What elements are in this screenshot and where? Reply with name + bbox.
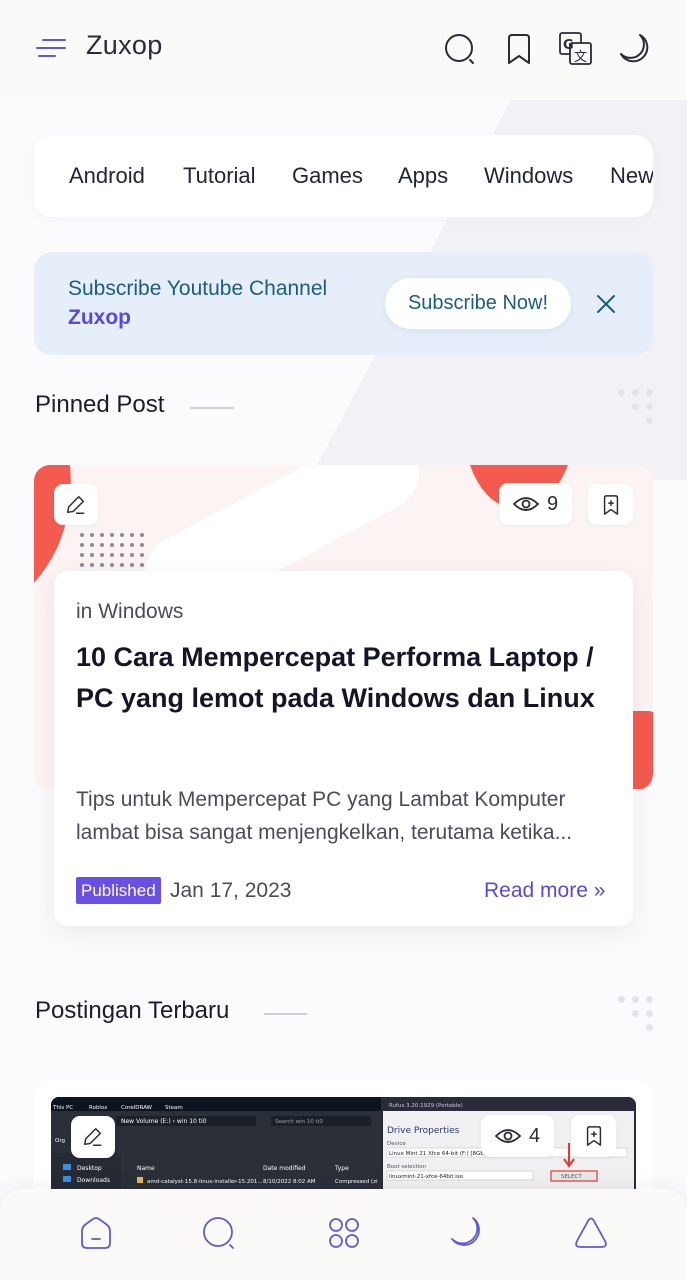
moon-icon[interactable] bbox=[618, 32, 652, 66]
screenshot-button: SELECT bbox=[561, 1174, 582, 1180]
screenshot-desktop-icon: CorelDRAW bbox=[121, 1105, 153, 1111]
screenshot-sidebar-item: Desktop bbox=[77, 1165, 102, 1172]
screenshot-file: amd-catalyst-15.8-linux-installer-15.201… bbox=[147, 1179, 263, 1185]
subscribe-text: Subscribe Youtube Channel bbox=[68, 277, 328, 300]
category-apps[interactable]: Apps bbox=[398, 163, 448, 189]
category-tutorial[interactable]: Tutorial bbox=[183, 163, 256, 189]
screenshot-search: Search win 10 ti0 bbox=[275, 1119, 323, 1125]
screenshot-value: Linux Mint 21 Xfce 64-bit (F:) [8GB] bbox=[389, 1151, 486, 1157]
eye-icon bbox=[494, 1129, 521, 1143]
close-icon[interactable] bbox=[594, 292, 618, 316]
section-divider bbox=[190, 407, 234, 409]
menu-icon[interactable] bbox=[36, 36, 68, 62]
view-count-badge: 4 bbox=[481, 1115, 554, 1157]
screenshot-sidebar-item: Downloads bbox=[77, 1177, 110, 1184]
category-new[interactable]: New bbox=[610, 163, 653, 189]
search-icon[interactable] bbox=[201, 1215, 237, 1251]
view-count-badge: 9 bbox=[499, 483, 572, 525]
moon-icon[interactable] bbox=[449, 1215, 485, 1251]
screenshot-file-type: Compressed (zi bbox=[335, 1179, 378, 1185]
screenshot-value: linuxmint-21-xfce-64bit.iso bbox=[389, 1174, 464, 1180]
edit-icon[interactable] bbox=[54, 484, 98, 525]
view-count: 9 bbox=[546, 492, 559, 515]
post-title[interactable]: 10 Cara Mempercepat Performa Laptop / PC… bbox=[76, 637, 616, 719]
screenshot-heading: Drive Properties bbox=[387, 1126, 460, 1136]
section-title-pinned: Pinned Post bbox=[35, 391, 165, 418]
app-header: Zuxop G 文 bbox=[0, 0, 687, 100]
bookmark-add-icon[interactable] bbox=[588, 484, 633, 525]
svg-text:G: G bbox=[563, 38, 574, 53]
screenshot-text: Org bbox=[55, 1138, 65, 1144]
screenshot-col: Type bbox=[334, 1165, 349, 1172]
category-android[interactable]: Android bbox=[69, 163, 145, 189]
edit-icon[interactable] bbox=[71, 1116, 115, 1158]
subscribe-button[interactable]: Subscribe Now! bbox=[385, 278, 571, 329]
home-icon[interactable] bbox=[78, 1215, 114, 1251]
translate-icon[interactable]: G 文 bbox=[559, 32, 593, 66]
grid-icon[interactable] bbox=[326, 1215, 362, 1251]
category-bar: Android Tutorial Games Apps Windows New bbox=[34, 135, 653, 217]
screenshot-col: Name bbox=[137, 1165, 155, 1172]
recent-post-card[interactable]: This PC Roblox CorelDRAW Steam New Volum… bbox=[34, 1080, 653, 1200]
read-more-link[interactable]: Read more » bbox=[484, 879, 605, 903]
section-divider bbox=[264, 1013, 307, 1015]
search-icon[interactable] bbox=[443, 32, 477, 66]
channel-name: Zuxop bbox=[68, 306, 131, 329]
category-games[interactable]: Games bbox=[292, 163, 363, 189]
screenshot-label: Boot selection bbox=[387, 1164, 427, 1170]
screenshot-label: Device bbox=[387, 1141, 406, 1147]
svg-text:文: 文 bbox=[574, 50, 587, 65]
screenshot-desktop-icon: Roblox bbox=[89, 1105, 108, 1111]
status-badge: Published bbox=[76, 877, 161, 904]
dots-decoration bbox=[618, 996, 654, 1032]
post-category-link[interactable]: Windows bbox=[98, 600, 183, 623]
post-content: in Windows 10 Cara Mempercepat Performa … bbox=[54, 571, 633, 926]
screenshot-col: Date modified bbox=[263, 1165, 306, 1172]
category-windows[interactable]: Windows bbox=[484, 163, 573, 189]
screenshot-path: New Volume (E:) › win 10 ti0 bbox=[121, 1118, 207, 1125]
bookmark-icon[interactable] bbox=[502, 32, 536, 66]
pinned-post-card[interactable]: 9 in Windows 10 Cara Mempercepat Perform… bbox=[34, 465, 653, 930]
screenshot-desktop-icon: Steam bbox=[165, 1105, 183, 1111]
post-excerpt: Tips untuk Mempercepat PC yang Lambat Ko… bbox=[76, 788, 573, 844]
triangle-icon[interactable] bbox=[573, 1215, 609, 1251]
brand-title[interactable]: Zuxop bbox=[86, 30, 163, 61]
post-category: in Windows bbox=[76, 600, 184, 623]
dots-decoration bbox=[618, 389, 654, 425]
section-title-recent: Postingan Terbaru bbox=[35, 997, 230, 1024]
screenshot-desktop-icon: This PC bbox=[52, 1105, 73, 1111]
bookmark-add-icon[interactable] bbox=[571, 1115, 616, 1157]
eye-icon bbox=[512, 497, 539, 511]
post-date: Jan 17, 2023 bbox=[170, 879, 292, 902]
screenshot-file-date: 8/10/2022 8:02 AM bbox=[263, 1179, 316, 1185]
view-count: 4 bbox=[528, 1124, 541, 1147]
bottom-navigation bbox=[0, 1189, 687, 1280]
subscribe-banner: Subscribe Youtube Channel Zuxop Subscrib… bbox=[34, 252, 653, 355]
screenshot-rufus-title: Rufus 3.20.1929 (Portable) bbox=[389, 1103, 463, 1109]
